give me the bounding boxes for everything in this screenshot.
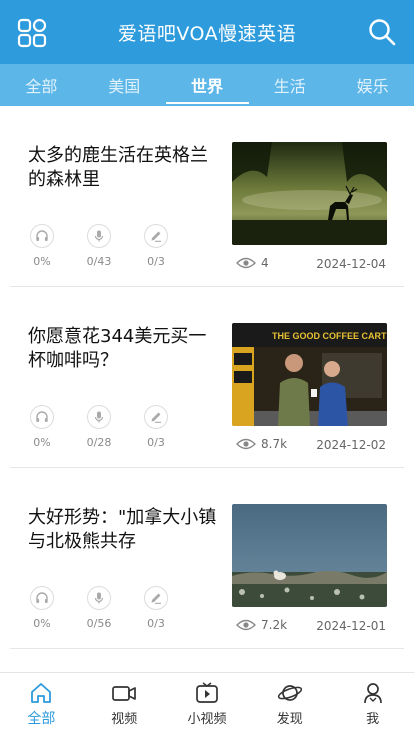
microphone-icon <box>87 405 111 429</box>
microphone-icon <box>87 224 111 248</box>
article-thumbnail[interactable] <box>232 504 387 607</box>
eye-icon <box>236 619 256 631</box>
shop-sign-text: THE GOOD COFFEE CARTEL <box>272 331 387 341</box>
divider <box>10 648 404 649</box>
article-item[interactable]: 太多的鹿生活在英格兰的森林里 0% 0/43 0/3 4 2024-12-04 <box>0 106 414 287</box>
pencil-icon <box>144 405 168 429</box>
nav-me[interactable]: 我 <box>331 673 414 736</box>
view-count: 4 <box>236 256 269 270</box>
listen-value: 0% <box>33 617 51 630</box>
article-item[interactable]: 你愿意花344美元买一杯咖啡吗？ 0% 0/28 0/3 THE GOOD CO… <box>0 287 414 468</box>
nav-video[interactable]: 视频 <box>83 673 166 736</box>
nav-all[interactable]: 全部 <box>0 673 83 736</box>
listen-value: 0% <box>33 436 51 449</box>
category-tabs: 全部 美国 世界 生活 娱乐 <box>0 64 414 106</box>
view-count-value: 7.2k <box>261 618 288 632</box>
view-count: 8.7k <box>236 437 287 451</box>
write-value: 0/3 <box>147 436 165 449</box>
article-item[interactable]: 大好形势："加拿大小镇与北极熊共存 0% 0/56 0/3 7.2k 2024-… <box>0 468 414 649</box>
article-list: 太多的鹿生活在英格兰的森林里 0% 0/43 0/3 4 2024-12-04 … <box>0 106 414 672</box>
coffee-shop-image: THE GOOD COFFEE CARTEL <box>232 323 387 426</box>
speak-value: 0/56 <box>86 617 112 630</box>
eye-icon <box>236 257 256 269</box>
listen-progress[interactable]: 0% <box>20 405 64 449</box>
tab-usa[interactable]: 美国 <box>83 64 166 106</box>
listen-progress[interactable]: 0% <box>20 224 64 268</box>
bottom-nav: 全部 视频 小视频 发现 我 <box>0 672 414 736</box>
speak-value: 0/43 <box>86 255 112 268</box>
app-title: 爱语吧VOA慢速英语 <box>117 22 297 45</box>
article-title[interactable]: 你愿意花344美元买一杯咖啡吗？ <box>28 325 222 373</box>
write-progress[interactable]: 0/3 <box>134 405 178 449</box>
planet-icon <box>277 685 302 701</box>
article-thumbnail[interactable] <box>232 142 387 245</box>
tab-entertainment[interactable]: 娱乐 <box>331 64 414 106</box>
headphones-icon <box>30 586 54 610</box>
view-count-value: 8.7k <box>261 437 288 451</box>
user-icon <box>363 683 382 704</box>
publish-date: 2024-12-02 <box>316 438 386 452</box>
article-title[interactable]: 大好形势："加拿大小镇与北极熊共存 <box>28 506 222 554</box>
tab-all[interactable]: 全部 <box>0 64 83 106</box>
polar-bear-image <box>232 504 387 607</box>
tab-life[interactable]: 生活 <box>248 64 331 106</box>
listen-value: 0% <box>33 255 51 268</box>
write-progress[interactable]: 0/3 <box>134 224 178 268</box>
headphones-icon <box>30 224 54 248</box>
nav-video-label: 视频 <box>111 712 138 727</box>
nav-short-video-label: 小视频 <box>187 712 227 727</box>
speak-progress[interactable]: 0/28 <box>77 405 121 449</box>
nav-short-video[interactable]: 小视频 <box>166 673 249 736</box>
write-progress[interactable]: 0/3 <box>134 586 178 630</box>
pencil-icon <box>144 224 168 248</box>
video-camera-icon <box>112 686 137 701</box>
nav-discover-label: 发现 <box>276 712 303 727</box>
article-thumbnail[interactable]: THE GOOD COFFEE CARTEL <box>232 323 387 426</box>
nav-me-label: 我 <box>366 712 380 727</box>
tv-play-icon <box>196 682 218 703</box>
publish-date: 2024-12-04 <box>316 257 386 271</box>
write-value: 0/3 <box>147 617 165 630</box>
view-count-value: 4 <box>261 256 269 270</box>
listen-progress[interactable]: 0% <box>20 586 64 630</box>
nav-all-label: 全部 <box>27 711 56 727</box>
speak-value: 0/28 <box>86 436 112 449</box>
article-title[interactable]: 太多的鹿生活在英格兰的森林里 <box>28 144 222 192</box>
write-value: 0/3 <box>147 255 165 268</box>
eye-icon <box>236 438 256 450</box>
microphone-icon <box>87 586 111 610</box>
publish-date: 2024-12-01 <box>316 619 386 633</box>
top-bar: 爱语吧VOA慢速英语 <box>0 0 414 64</box>
search-icon[interactable] <box>367 17 397 47</box>
speak-progress[interactable]: 0/56 <box>77 586 121 630</box>
tab-world[interactable]: 世界 <box>165 64 249 106</box>
view-count: 7.2k <box>236 618 287 632</box>
deer-forest-image <box>232 142 387 245</box>
nav-discover[interactable]: 发现 <box>248 673 331 736</box>
home-icon <box>31 683 52 703</box>
headphones-icon <box>30 405 54 429</box>
pencil-icon <box>144 586 168 610</box>
menu-grid-icon[interactable] <box>17 18 47 48</box>
speak-progress[interactable]: 0/43 <box>77 224 121 268</box>
